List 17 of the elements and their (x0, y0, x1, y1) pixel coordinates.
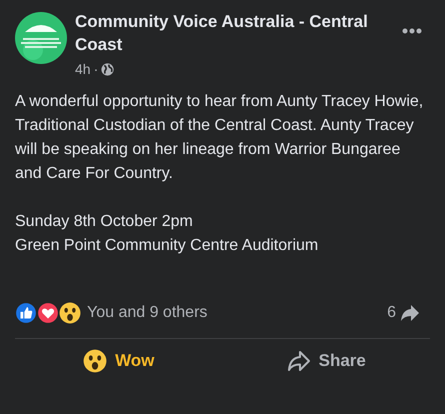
share-count[interactable]: 6 (387, 301, 396, 325)
wow-icon (83, 349, 108, 373)
reaction-summary[interactable]: You and 9 others (87, 301, 208, 325)
post-text: Sunday 8th October 2pm Green Point Community Centre Auditorium (15, 212, 320, 256)
reaction-button[interactable]: Wow (15, 343, 222, 379)
like-icon (15, 302, 37, 324)
logo-icon[interactable] (15, 12, 67, 64)
post-time[interactable]: 4h (75, 59, 91, 80)
share-button[interactable]: Share (222, 343, 430, 379)
wow-icon (59, 302, 81, 324)
post-text: A wonderful opportunity to hear from Aunty Tracey Howie, Traditional Custodian of the Central Coast. Aunty Tracey will be speaking on her lineage from Warrior Bungaree and Care For Country. (15, 92, 424, 184)
share-icon (286, 350, 311, 372)
separator: · (94, 60, 98, 79)
more-icon[interactable] (402, 28, 422, 34)
globe-icon (101, 63, 114, 76)
page-name[interactable]: Community Voice Australia - Central Coast (75, 10, 402, 56)
share-icon (400, 304, 420, 322)
